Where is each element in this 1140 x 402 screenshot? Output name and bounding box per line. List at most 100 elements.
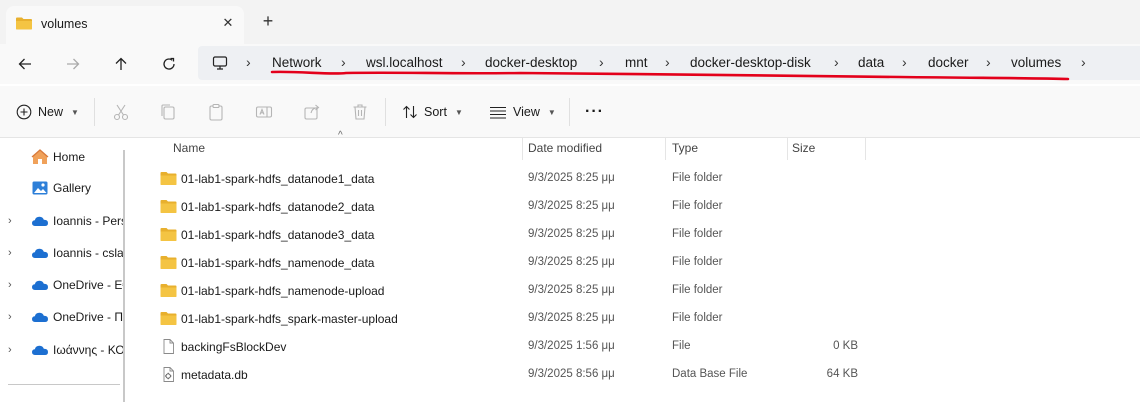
arrow-left-icon: [18, 58, 31, 70]
file-icon: [163, 339, 174, 354]
refresh-button[interactable]: [157, 52, 181, 76]
file-date-modified: 9/3/2025 1:56 μμ: [528, 340, 615, 352]
column-header-row: ^ Name Date modified Type Size: [142, 130, 1140, 160]
share-icon[interactable]: [302, 102, 322, 122]
title-bar: volumes ✕ +: [0, 0, 1140, 44]
chevron-right-icon[interactable]: ›: [8, 279, 12, 291]
view-label: View: [513, 105, 540, 119]
folder-icon: [160, 312, 177, 325]
forward-button[interactable]: [61, 52, 85, 76]
breadcrumb-docker-desktop-disk[interactable]: docker-desktop-disk: [690, 55, 811, 70]
file-row[interactable]: 01-lab1-spark-hdfs_spark-master-upload 9/…: [142, 305, 1140, 333]
new-tab-button[interactable]: +: [259, 12, 277, 30]
breadcrumb-separator[interactable]: ›: [341, 54, 346, 70]
sort-ascending-icon: ^: [338, 130, 343, 141]
more-options-button[interactable]: ···: [585, 102, 604, 122]
file-type: File folder: [672, 312, 723, 324]
chevron-right-icon[interactable]: ›: [8, 215, 12, 227]
folder-icon: [160, 284, 177, 297]
arrow-up-icon: [115, 57, 127, 70]
cut-icon[interactable]: [111, 102, 131, 122]
tab-volumes[interactable]: volumes ✕: [6, 6, 244, 44]
sidebar-item-label: OneDrive - Ε€: [53, 278, 124, 292]
onedrive-icon: [32, 312, 48, 322]
view-icon: [490, 106, 506, 119]
breadcrumb-separator[interactable]: ›: [1081, 54, 1086, 70]
up-button[interactable]: [109, 52, 133, 76]
sidebar-item-label: OneDrive - Π: [53, 310, 124, 324]
breadcrumb-docker[interactable]: docker: [928, 55, 969, 70]
breadcrumb-docker-desktop[interactable]: docker-desktop: [485, 55, 577, 70]
onedrive-icon: [32, 248, 48, 258]
rename-icon[interactable]: [254, 102, 274, 122]
arrow-right-icon: [67, 58, 80, 70]
file-row[interactable]: 01-lab1-spark-hdfs_namenode_data 9/3/2025…: [142, 249, 1140, 277]
breadcrumb-separator[interactable]: ›: [834, 54, 839, 70]
sidebar-item-gallery[interactable]: Gallery: [0, 174, 124, 202]
close-tab-icon[interactable]: ✕: [220, 15, 236, 31]
file-name: 01-lab1-spark-hdfs_namenode_data: [181, 256, 375, 270]
chevron-right-icon[interactable]: ›: [8, 311, 12, 323]
breadcrumb-separator[interactable]: ›: [986, 54, 991, 70]
sidebar-item-onedrive-ioannis-csla[interactable]: › Ioannis - csla: [0, 239, 124, 267]
sidebar-item-onedrive-p[interactable]: › OneDrive - Π: [0, 303, 124, 331]
folder-icon: [160, 256, 177, 269]
copy-icon[interactable]: [158, 102, 178, 122]
folder-icon: [160, 172, 177, 185]
sidebar-horizontal-scrollbar[interactable]: [8, 384, 120, 385]
file-row[interactable]: backingFsBlockDev 9/3/2025 1:56 μμ File 0 K…: [142, 333, 1140, 361]
sidebar-item-onedrive-ioannis-ko[interactable]: › Ιωάννης - ΚΟ: [0, 336, 124, 364]
breadcrumb-data[interactable]: data: [858, 55, 884, 70]
file-date-modified: 9/3/2025 8:25 μμ: [528, 200, 615, 212]
sidebar-item-label: Home: [53, 150, 86, 164]
breadcrumb-separator[interactable]: ›: [665, 54, 670, 70]
sidebar-item-home[interactable]: Home: [0, 143, 124, 171]
sidebar-item-label: Ioannis - Pers: [53, 214, 124, 228]
chevron-down-icon: ▼: [547, 107, 556, 117]
column-header-size[interactable]: Size: [792, 141, 815, 155]
plus-circle-icon: [16, 104, 32, 120]
breadcrumb-separator[interactable]: ›: [599, 54, 604, 70]
new-label: New: [38, 105, 64, 119]
breadcrumb-volumes[interactable]: volumes: [1011, 55, 1061, 70]
onedrive-icon: [32, 216, 48, 226]
back-button[interactable]: [13, 52, 37, 76]
delete-icon[interactable]: [350, 102, 370, 122]
column-divider[interactable]: [522, 138, 523, 160]
file-row[interactable]: 01-lab1-spark-hdfs_datanode2_data 9/3/202…: [142, 193, 1140, 221]
sidebar-scrollbar[interactable]: [123, 150, 125, 402]
breadcrumb-wsl-localhost[interactable]: wsl.localhost: [366, 55, 443, 70]
breadcrumb-separator[interactable]: ›: [902, 54, 907, 70]
column-header-type[interactable]: Type: [672, 141, 698, 155]
breadcrumb-network[interactable]: Network: [272, 55, 322, 70]
sort-button[interactable]: Sort ▼: [402, 102, 463, 122]
file-name: metadata.db: [181, 368, 248, 382]
breadcrumb-separator[interactable]: ›: [461, 54, 466, 70]
column-divider[interactable]: [787, 138, 788, 160]
column-header-name[interactable]: Name: [173, 141, 205, 155]
sidebar-item-onedrive-ioannis-personal[interactable]: › Ioannis - Pers: [0, 207, 124, 235]
chevron-right-icon[interactable]: ›: [8, 344, 12, 356]
command-bar: New ▼ Sort ▼ View ▼ ···: [0, 86, 1140, 138]
chevron-right-icon[interactable]: ›: [8, 247, 12, 259]
toolbar-divider: [569, 98, 570, 126]
file-row[interactable]: 01-lab1-spark-hdfs_datanode1_data 9/3/202…: [142, 165, 1140, 193]
address-bar[interactable]: › Network › wsl.localhost › docker-deskt…: [198, 46, 1140, 80]
file-row[interactable]: 01-lab1-spark-hdfs_namenode-upload 9/3/20…: [142, 277, 1140, 305]
file-row[interactable]: metadata.db 9/3/2025 8:56 μμ Data Base Fil…: [142, 361, 1140, 389]
sidebar-item-onedrive-e[interactable]: › OneDrive - Ε€: [0, 271, 124, 299]
file-size: 0 KB: [833, 340, 858, 352]
column-divider[interactable]: [665, 138, 666, 160]
view-button[interactable]: View ▼: [489, 102, 556, 122]
onedrive-icon: [32, 345, 48, 355]
breadcrumb-separator: ›: [246, 54, 251, 70]
column-header-date-modified[interactable]: Date modified: [528, 141, 602, 155]
file-date-modified: 9/3/2025 8:56 μμ: [528, 368, 615, 380]
breadcrumb-mnt[interactable]: mnt: [625, 55, 648, 70]
paste-icon[interactable]: [206, 102, 226, 122]
file-row[interactable]: 01-lab1-spark-hdfs_datanode3_data 9/3/202…: [142, 221, 1140, 249]
sidebar-item-label: Ioannis - csla: [53, 246, 124, 260]
new-button[interactable]: New ▼: [16, 102, 79, 122]
file-date-modified: 9/3/2025 8:25 μμ: [528, 284, 615, 296]
column-divider[interactable]: [865, 138, 866, 160]
